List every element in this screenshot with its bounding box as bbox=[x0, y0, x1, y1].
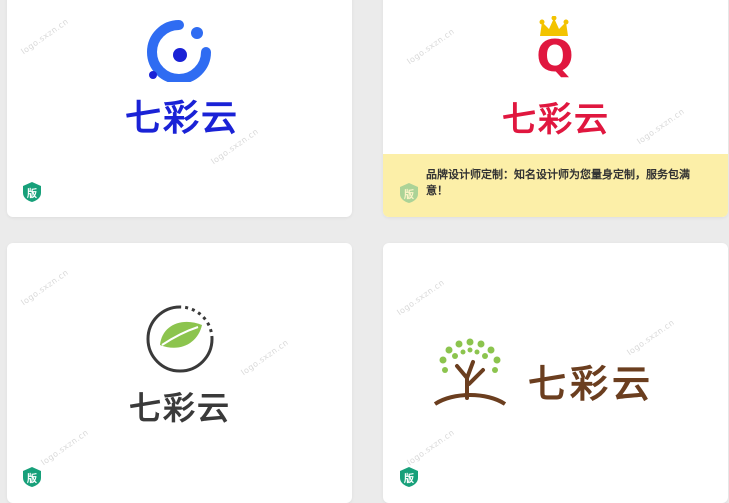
logo-card-4[interactable]: logo.sxzn.cn logo.sxzn.cn logo.sxzn.cn 七… bbox=[383, 243, 728, 503]
logo-wordmark: 七彩云 bbox=[502, 100, 610, 140]
watermark: logo.sxzn.cn bbox=[395, 277, 447, 318]
logo-card-2[interactable]: logo.sxzn.cn logo.sxzn.cn Q 七彩云 版 品牌设计师定… bbox=[383, 0, 728, 217]
promo-text: 品牌设计师定制：知名设计师为您量身定制，服务包满意！ bbox=[426, 168, 690, 197]
watermark: logo.sxzn.cn bbox=[405, 26, 457, 67]
watermark: logo.sxzn.cn bbox=[19, 16, 71, 57]
logo-wordmark: 七彩云 bbox=[128, 389, 231, 427]
copyright-badge-icon: 版 bbox=[400, 183, 418, 203]
tree-icon bbox=[433, 338, 507, 406]
watermark: logo.sxzn.cn bbox=[239, 337, 291, 378]
watermark: logo.sxzn.cn bbox=[635, 106, 687, 147]
watermark: logo.sxzn.cn bbox=[625, 317, 677, 358]
logo-card-3[interactable]: logo.sxzn.cn logo.sxzn.cn logo.sxzn.cn 七… bbox=[7, 243, 352, 503]
watermark: logo.sxzn.cn bbox=[19, 267, 71, 308]
leaf-icon bbox=[146, 305, 214, 373]
logo-wordmark: 七彩云 bbox=[527, 362, 654, 406]
copyright-badge-icon: 版 bbox=[23, 182, 41, 202]
logo-wordmark: 七彩云 bbox=[124, 98, 239, 139]
logo-letter: Q bbox=[536, 31, 574, 82]
copyright-badge-icon: 版 bbox=[23, 467, 41, 487]
logo-icon bbox=[147, 20, 211, 82]
promo-banner[interactable]: 版 品牌设计师定制：知名设计师为您量身定制，服务包满意！ bbox=[383, 154, 728, 217]
copyright-badge-icon: 版 bbox=[400, 467, 418, 487]
watermark: logo.sxzn.cn bbox=[39, 427, 91, 468]
logo-card-1[interactable]: logo.sxzn.cn logo.sxzn.cn 七彩云 版 bbox=[7, 0, 352, 217]
watermark: logo.sxzn.cn bbox=[405, 427, 457, 468]
